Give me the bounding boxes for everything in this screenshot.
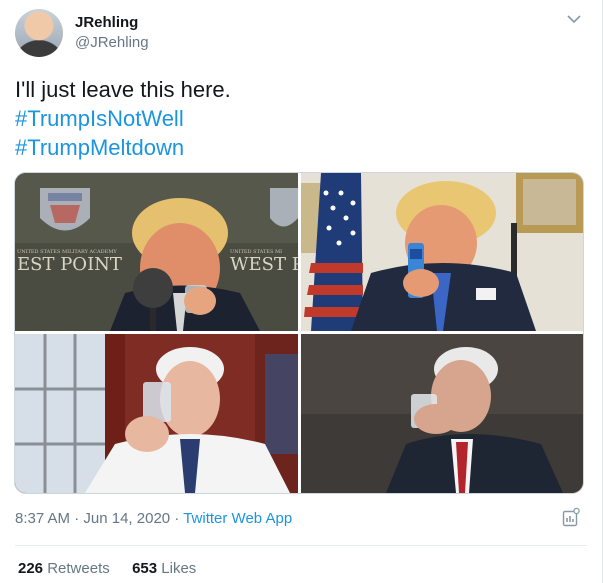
meta-separator: · bbox=[174, 510, 184, 527]
retweets-label: Retweets bbox=[47, 560, 110, 577]
likes-stat[interactable]: 653 Likes bbox=[132, 560, 196, 577]
retweets-stat[interactable]: 226 Retweets bbox=[18, 560, 110, 577]
media-photo-2[interactable] bbox=[301, 173, 583, 331]
likes-label: Likes bbox=[161, 560, 197, 577]
retweets-count: 226 bbox=[18, 560, 44, 577]
media-photo-1[interactable]: UNITED STATES MILITARY ACADEMY EST POINT… bbox=[15, 173, 298, 331]
tweet-meta: 8:37 AM · Jun 14, 2020 · Twitter Web App bbox=[15, 510, 292, 527]
hashtag-link[interactable]: #TrumpIsNotWell bbox=[15, 104, 231, 133]
meta-separator: · bbox=[74, 510, 84, 527]
chevron-down-icon[interactable] bbox=[566, 12, 582, 26]
backdrop-text: EST POINT bbox=[17, 254, 122, 275]
avatar[interactable] bbox=[15, 9, 63, 57]
tweet-time[interactable]: 8:37 AM bbox=[15, 510, 70, 527]
tweet-text-line: I'll just leave this here. bbox=[15, 77, 231, 102]
tweet-card: JRehling @JRehling I'll just leave this … bbox=[0, 0, 603, 583]
display-name[interactable]: JRehling bbox=[75, 14, 138, 31]
tweet-text: I'll just leave this here. #TrumpIsNotWe… bbox=[15, 75, 231, 162]
backdrop-text: WEST P bbox=[230, 254, 298, 275]
likes-count: 653 bbox=[132, 560, 158, 577]
hashtag-link[interactable]: #TrumpMeltdown bbox=[15, 133, 231, 162]
source-link[interactable]: Twitter Web App bbox=[183, 510, 292, 527]
media-grid: UNITED STATES MILITARY ACADEMY EST POINT… bbox=[14, 172, 584, 494]
tweet-stats: 226 Retweets 653 Likes bbox=[18, 560, 196, 577]
media-photo-3[interactable] bbox=[15, 334, 298, 493]
analytics-icon[interactable] bbox=[562, 507, 580, 527]
user-handle[interactable]: @JRehling bbox=[75, 34, 149, 51]
tweet-date[interactable]: Jun 14, 2020 bbox=[83, 510, 170, 527]
divider bbox=[15, 545, 587, 546]
media-photo-4[interactable] bbox=[301, 334, 583, 493]
